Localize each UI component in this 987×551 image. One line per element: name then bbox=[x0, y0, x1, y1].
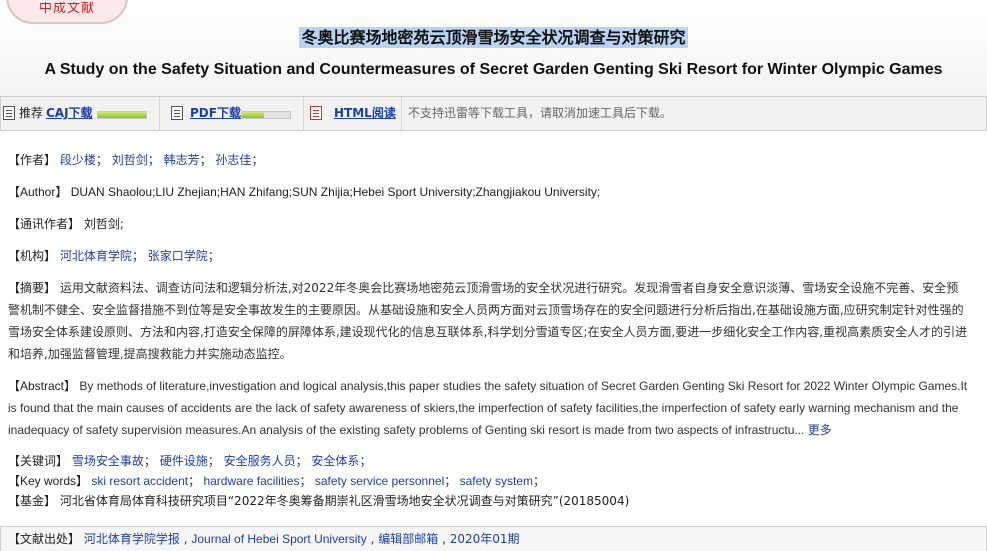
source-bar: 【文献出处】 河北体育学院学报 , Journal of Hebei Sport… bbox=[0, 526, 987, 551]
toolbar-divider bbox=[303, 97, 304, 130]
author-link[interactable]: 刘哲剑 bbox=[112, 153, 148, 167]
issue-link[interactable]: 2020年01期 bbox=[450, 532, 520, 546]
institutions-row: 【机构】 河北体育学院； 张家口学院； bbox=[8, 249, 220, 263]
author-en-row: 【Author】 DUAN Shaolou;LIU Zhejian;HAN Zh… bbox=[8, 181, 968, 203]
caj-progress-fill bbox=[98, 112, 146, 118]
keyword-link[interactable]: 雪场安全事故 bbox=[72, 454, 144, 468]
author-link[interactable]: 孙志佳 bbox=[215, 153, 251, 167]
title-zh: 冬奥比赛场地密苑云顶滑雪场安全状况调查与对策研究 bbox=[0, 24, 987, 48]
corresponding-name: 刘哲剑; bbox=[83, 217, 124, 231]
journal-zh-link[interactable]: 河北体育学院学报 bbox=[84, 532, 180, 546]
title-en: A Study on the Safety Situation and Coun… bbox=[44, 61, 943, 78]
recommend-label: 推荐 bbox=[19, 106, 44, 120]
caj-download-link[interactable]: CAJ下载 bbox=[46, 97, 93, 130]
toolbar-divider bbox=[159, 97, 160, 130]
authors-row: 【作者】 段少楼； 刘哲剑； 韩志芳； 孙志佳； bbox=[8, 153, 264, 167]
abstract-zh-label: 【摘要】 bbox=[8, 281, 57, 295]
download-toolbar: 推荐 CAJ下载 PDF下载 HTML阅读 不支持迅雷等下载工具，请取消加速工具… bbox=[0, 96, 987, 131]
download-note: 不支持迅雷等下载工具，请取消加速工具后下载。 bbox=[408, 106, 673, 120]
authors-label: 【作者】 bbox=[8, 153, 57, 167]
fund-row: 【基金】 河北省体育局体育科技研究项目“2022年冬奥筹备期崇礼区滑雪场地安全状… bbox=[8, 490, 968, 512]
abstract-zh-row: 【摘要】 运用文献资料法、调查访问法和逻辑分析法,对2022年冬奥会比赛场地密苑… bbox=[8, 277, 968, 365]
caj-document-icon bbox=[3, 106, 15, 120]
keywords-en-row: 【Key words】 ski resort accident； hardwar… bbox=[8, 474, 545, 488]
keyword-link[interactable]: 安全体系 bbox=[311, 454, 359, 468]
abstract-en-label: 【Abstract】 bbox=[8, 379, 77, 393]
journal-badge: 中成文献 bbox=[6, 0, 128, 24]
author-link[interactable]: 段少楼 bbox=[60, 153, 96, 167]
pdf-download-link[interactable]: PDF下载 bbox=[190, 97, 241, 130]
header: 中成文献 冬奥比赛场地密苑云顶滑雪场安全状况调查与对策研究 A Study on… bbox=[0, 0, 987, 96]
editor-email-link[interactable]: 编辑部邮箱 bbox=[378, 532, 438, 546]
fund-text: 河北省体育局体育科技研究项目“2022年冬奥筹备期崇礼区滑雪场地安全状况调查与对… bbox=[59, 494, 630, 508]
html-read-link[interactable]: HTML阅读 bbox=[334, 97, 396, 130]
corresponding-row: 【通讯作者】 刘哲剑; bbox=[8, 213, 968, 235]
keyword-link[interactable]: 安全服务人员 bbox=[224, 454, 296, 468]
html-code-icon bbox=[310, 106, 322, 120]
source-label: 【文献出处】 bbox=[8, 532, 81, 546]
keyword-en-link[interactable]: ski resort accident bbox=[91, 474, 188, 488]
keyword-en-link[interactable]: safety service personnel bbox=[315, 474, 444, 488]
pdf-progress-fill bbox=[242, 112, 264, 118]
pdf-progress-bar bbox=[241, 111, 291, 119]
pdf-document-icon bbox=[171, 106, 183, 120]
author-link[interactable]: 韩志芳 bbox=[164, 153, 200, 167]
fund-label: 【基金】 bbox=[8, 494, 57, 508]
corresponding-label: 【通讯作者】 bbox=[8, 217, 81, 231]
keyword-en-link[interactable]: hardware facilities bbox=[203, 474, 299, 488]
keywords-en-label: 【Key words】 bbox=[8, 474, 89, 488]
abstract-zh-text: 运用文献资料法、调查访问法和逻辑分析法,对2022年冬奥会比赛场地密苑云顶滑雪场… bbox=[8, 281, 968, 361]
journal-en-link[interactable]: Journal of Hebei Sport University bbox=[191, 532, 366, 546]
badge-text: 中成文献 bbox=[38, 2, 95, 16]
abstract-en-row: 【Abstract】 By methods of literature,inve… bbox=[8, 375, 968, 441]
title-zh-text: 冬奥比赛场地密苑云顶滑雪场安全状况调查与对策研究 bbox=[299, 27, 688, 48]
abstract-more-link[interactable]: 更多 bbox=[808, 423, 832, 437]
institution-link[interactable]: 河北体育学院 bbox=[60, 249, 132, 263]
institution-link[interactable]: 张家口学院 bbox=[148, 249, 208, 263]
keyword-link[interactable]: 硬件设施 bbox=[160, 454, 208, 468]
author-en-text: DUAN Shaolou;LIU Zhejian;HAN Zhifang;SUN… bbox=[70, 185, 601, 199]
toolbar-divider bbox=[401, 97, 402, 130]
keywords-zh-row: 【关键词】 雪场安全事故； 硬件设施； 安全服务人员； 安全体系； bbox=[8, 454, 372, 468]
author-en-label: 【Author】 bbox=[8, 185, 68, 199]
keywords-zh-label: 【关键词】 bbox=[8, 454, 69, 468]
keyword-en-link[interactable]: safety system bbox=[460, 474, 533, 488]
caj-progress-bar bbox=[97, 111, 147, 119]
institutions-label: 【机构】 bbox=[8, 249, 57, 263]
